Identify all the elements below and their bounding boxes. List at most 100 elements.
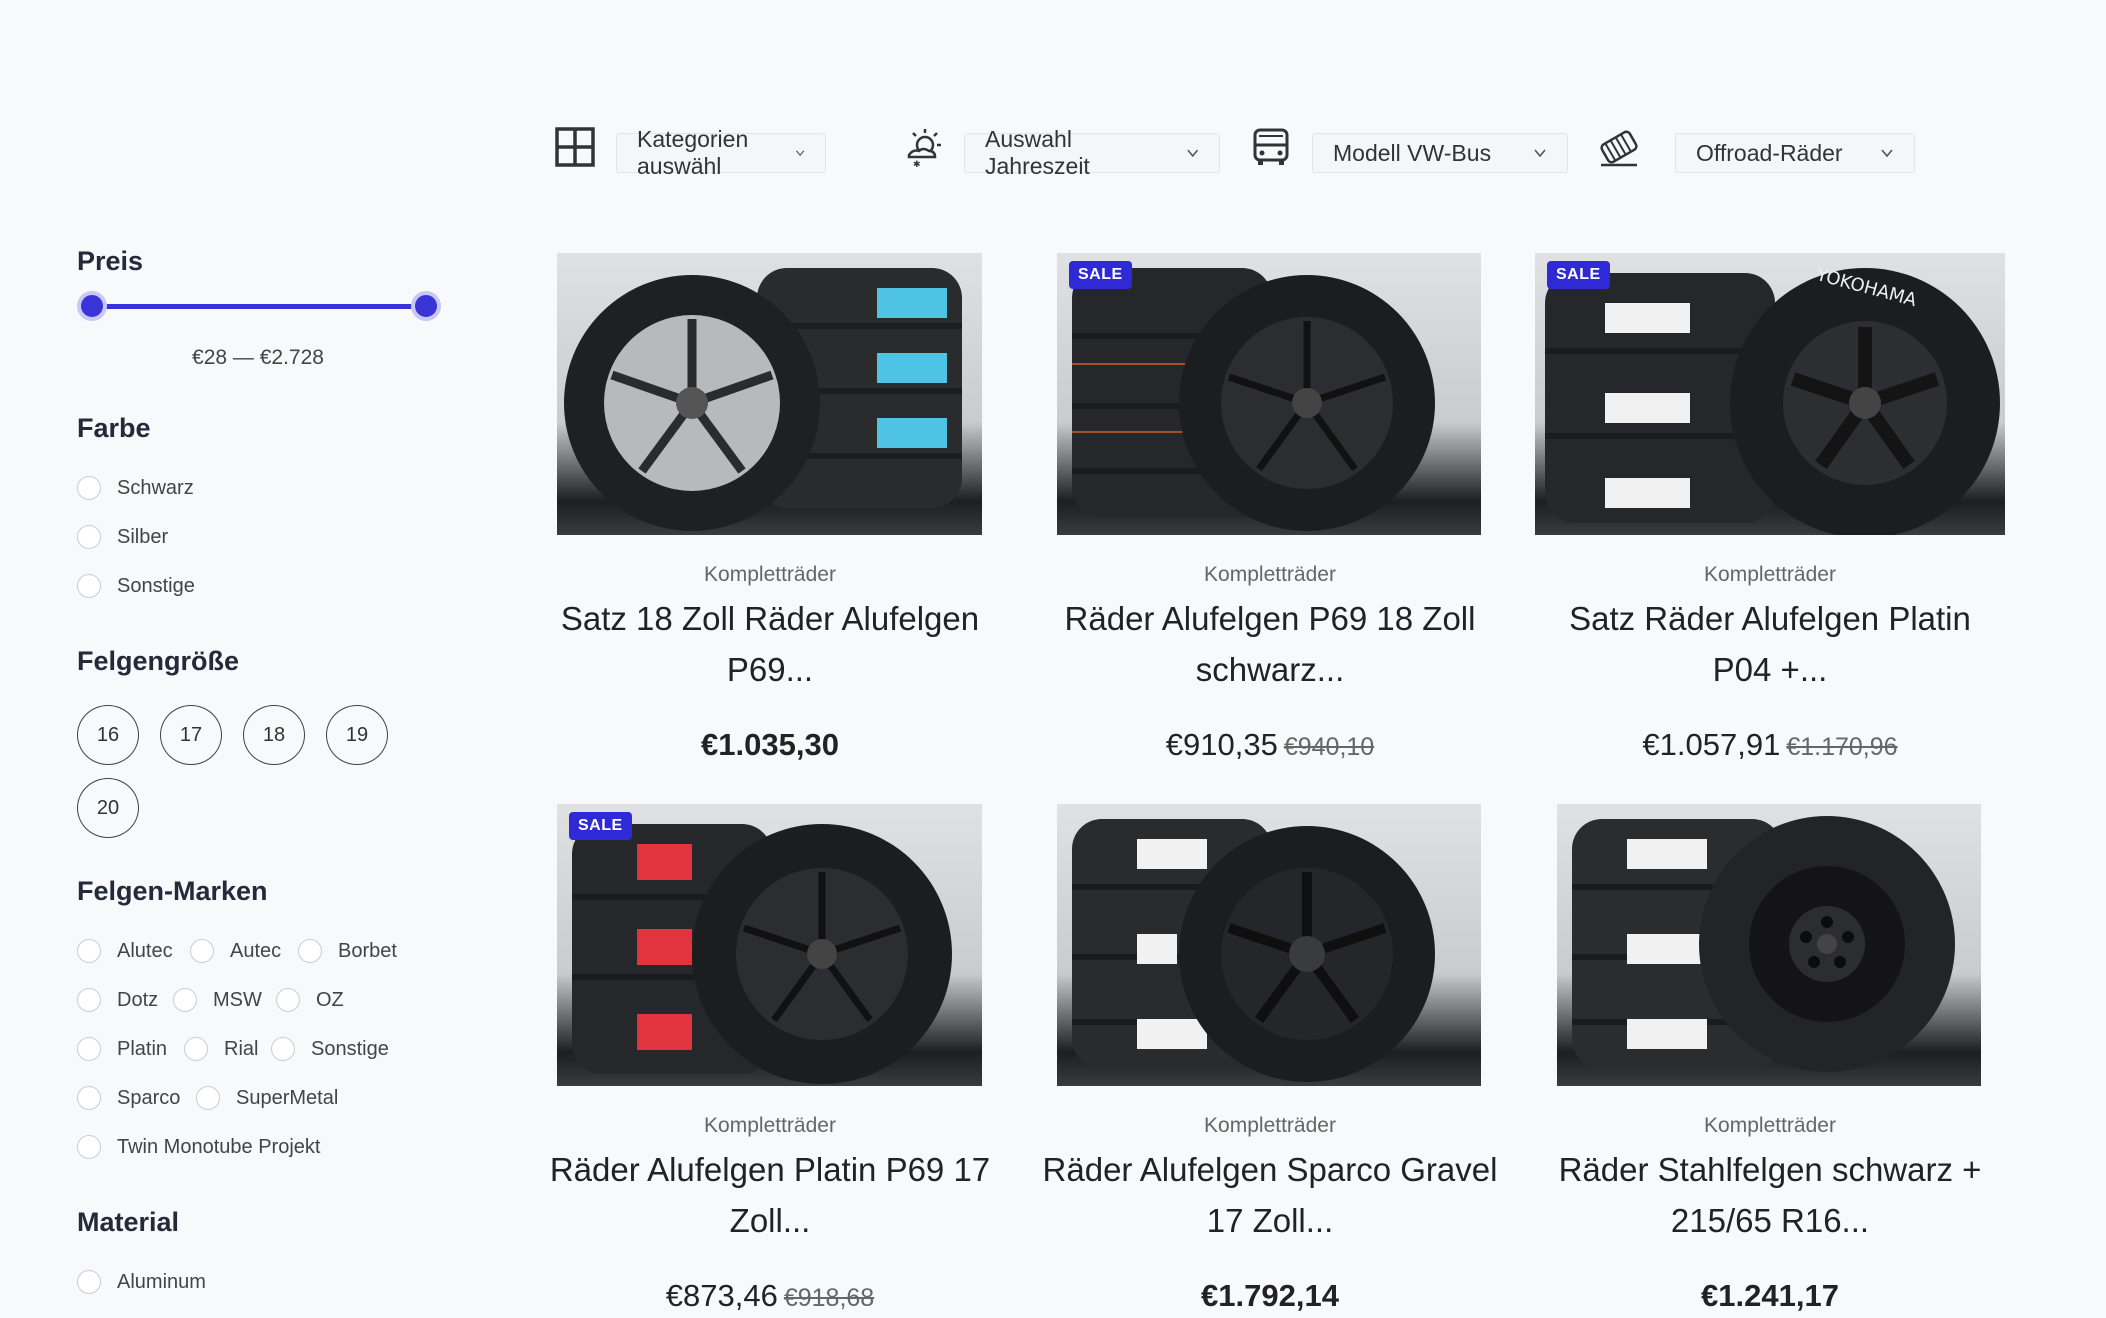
radio-button[interactable] xyxy=(77,476,101,500)
price-heading: Preis xyxy=(77,246,144,276)
product-image[interactable]: YOKOHAMA SALE xyxy=(1535,253,2005,535)
color-option-label: Sonstige xyxy=(117,574,195,597)
sale-badge: SALE xyxy=(1547,261,1610,289)
price-slider-min-handle[interactable] xyxy=(77,291,107,321)
brand-option-sonstige[interactable]: Sonstige xyxy=(271,1037,389,1061)
chevron-down-icon xyxy=(1534,149,1546,158)
product-title[interactable]: Satz 18 Zoll Räder Alufelgen P69... xyxy=(535,593,1005,695)
brand-option-label: Sparco xyxy=(117,1086,181,1109)
product-title-line: Räder Alufelgen Sparco Gravel xyxy=(1042,1151,1498,1188)
brand-option-twin-monotube[interactable]: Twin Monotube Projekt xyxy=(77,1135,320,1159)
brand-option-label: Rial xyxy=(224,1037,259,1060)
brand-option-label: Platin xyxy=(117,1037,168,1060)
product-category: Kompletträder xyxy=(1204,1114,1336,1137)
product-category: Kompletträder xyxy=(1704,563,1836,586)
chevron-down-icon xyxy=(795,150,804,157)
product-card[interactable]: Kompletträder Räder Stahlfelgen schwarz … xyxy=(1535,804,2005,1318)
brand-option-label: Borbet xyxy=(338,939,397,962)
product-card[interactable]: SALE Kompletträder Räder Alufelgen Plati… xyxy=(535,804,1005,1318)
rim-size-20[interactable]: 20 xyxy=(77,778,139,838)
category-select-label: Kategorien auswähl xyxy=(637,126,749,179)
product-image[interactable] xyxy=(557,253,982,535)
brand-option-label: Sonstige xyxy=(311,1037,389,1060)
radio-button[interactable] xyxy=(77,939,101,963)
radio-button[interactable] xyxy=(77,1270,101,1294)
brand-option-msw[interactable]: MSW xyxy=(173,988,262,1012)
product-image[interactable] xyxy=(1557,804,1981,1086)
product-title-line: Räder Alufelgen Platin P69 17 xyxy=(549,1151,991,1188)
product-title[interactable]: Satz Räder Alufelgen Platin P04 +... xyxy=(1535,593,2005,695)
current-price: €873,46 xyxy=(665,1278,778,1313)
product-title[interactable]: Räder Alufelgen Sparco Gravel 17 Zoll... xyxy=(1035,1144,1505,1246)
radio-button[interactable] xyxy=(77,1086,101,1110)
product-price: €910,35 €940,10 xyxy=(1035,727,1505,763)
radio-button[interactable] xyxy=(77,574,101,598)
sale-badge: SALE xyxy=(1069,261,1132,289)
product-title[interactable]: Räder Alufelgen Platin P69 17 Zoll... xyxy=(535,1144,1005,1246)
brands-heading: Felgen-Marken xyxy=(77,876,268,906)
sun-snow-icon: ✱ xyxy=(901,125,945,169)
color-heading: Farbe xyxy=(77,413,151,443)
radio-button[interactable] xyxy=(298,939,322,963)
chevron-down-icon xyxy=(1881,149,1893,158)
product-card[interactable]: Kompletträder Satz 18 Zoll Räder Alufelg… xyxy=(535,253,1005,773)
radio-button[interactable] xyxy=(173,988,197,1012)
season-select[interactable]: Auswahl Jahreszeit xyxy=(964,126,1220,179)
brand-option-dotz[interactable]: Dotz xyxy=(77,988,158,1012)
rim-size-16[interactable]: 16 xyxy=(77,705,139,765)
product-image[interactable] xyxy=(1057,804,1481,1086)
radio-button[interactable] xyxy=(77,525,101,549)
brand-option-label: OZ xyxy=(316,988,344,1011)
radio-button[interactable] xyxy=(77,1037,101,1061)
material-option-aluminum[interactable]: Aluminum xyxy=(77,1270,206,1294)
product-card[interactable]: Kompletträder Räder Alufelgen Sparco Gra… xyxy=(1035,804,1505,1318)
brand-option-sparco[interactable]: Sparco xyxy=(77,1086,180,1110)
product-title[interactable]: Räder Stahlfelgen schwarz + 215/65 R16..… xyxy=(1535,1144,2005,1246)
product-category: Kompletträder xyxy=(704,563,836,586)
radio-button[interactable] xyxy=(276,988,300,1012)
brand-option-autec[interactable]: Autec xyxy=(190,939,281,963)
radio-button[interactable] xyxy=(271,1037,295,1061)
product-card[interactable]: YOKOHAMA SALE Kompletträder Satz Räder A… xyxy=(1535,253,2005,773)
price-slider-track[interactable] xyxy=(91,304,425,309)
bus-icon xyxy=(1249,125,1293,169)
material-heading: Material xyxy=(77,1207,180,1237)
brand-option-borbet[interactable]: Borbet xyxy=(298,939,397,963)
offroad-tire-icon xyxy=(1597,125,1641,169)
price-slider-max-handle[interactable] xyxy=(411,291,441,321)
wheel-image: YOKOHAMA xyxy=(1545,264,2000,535)
rim-size-19[interactable]: 19 xyxy=(326,705,388,765)
chevron-down-icon xyxy=(1186,149,1198,158)
radio-button[interactable] xyxy=(184,1037,208,1061)
product-card[interactable]: SALE Kompletträder Räder Alufelgen P69 1… xyxy=(1035,253,1505,773)
brand-option-platin[interactable]: Platin xyxy=(77,1037,167,1061)
color-option-sonstige[interactable]: Sonstige xyxy=(77,574,195,598)
radio-button[interactable] xyxy=(190,939,214,963)
type-select[interactable]: Offroad-Räder xyxy=(1675,133,1915,173)
model-select-label: Modell VW-Bus xyxy=(1333,139,1492,166)
radio-button[interactable] xyxy=(77,988,101,1012)
radio-button[interactable] xyxy=(77,1135,101,1159)
current-price: €1.057,91 xyxy=(1642,727,1781,762)
old-price: €940,10 xyxy=(1283,733,1375,761)
rim-size-18[interactable]: 18 xyxy=(243,705,305,765)
rim-size-heading: Felgengröße xyxy=(77,646,240,676)
radio-button[interactable] xyxy=(196,1086,220,1110)
product-title-line: Zoll... xyxy=(729,1202,811,1239)
product-image[interactable]: SALE xyxy=(1057,253,1481,535)
brand-option-supermetal[interactable]: SuperMetal xyxy=(196,1086,338,1110)
product-title-line: P04 +... xyxy=(1712,651,1828,688)
brand-option-oz[interactable]: OZ xyxy=(276,988,344,1012)
brand-option-label: Alutec xyxy=(117,939,173,962)
brand-option-label: Twin Monotube Projekt xyxy=(117,1135,321,1158)
brand-option-rial[interactable]: Rial xyxy=(184,1037,258,1061)
brand-option-alutec[interactable]: Alutec xyxy=(77,939,173,963)
category-select[interactable]: Kategorien auswähl xyxy=(616,126,826,179)
grid-icon xyxy=(553,125,597,169)
color-option-silber[interactable]: Silber xyxy=(77,525,168,549)
product-image[interactable]: SALE xyxy=(557,804,982,1086)
model-select[interactable]: Modell VW-Bus xyxy=(1312,133,1568,173)
rim-size-17[interactable]: 17 xyxy=(160,705,222,765)
product-title[interactable]: Räder Alufelgen P69 18 Zoll schwarz... xyxy=(1035,593,1505,695)
color-option-schwarz[interactable]: Schwarz xyxy=(77,476,194,500)
